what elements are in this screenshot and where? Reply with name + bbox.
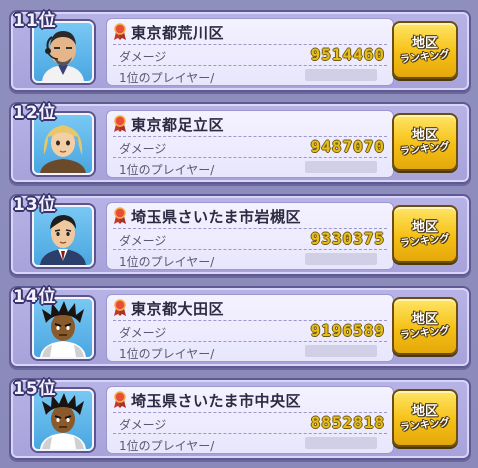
rank-label: 13位 bbox=[13, 195, 57, 215]
top-player-label: 1位のプレイヤー/ bbox=[119, 255, 215, 269]
district-name: 東京都足立区 bbox=[131, 115, 225, 134]
button-label-line1: 地区 bbox=[411, 312, 438, 328]
damage-value: 8852818 bbox=[310, 413, 385, 432]
damage-label: ダメージ bbox=[119, 234, 167, 248]
damage-label: ダメージ bbox=[119, 142, 167, 156]
district-ranking-button[interactable]: 地区 ランキング bbox=[392, 205, 458, 263]
district-name: 東京都大田区 bbox=[131, 299, 225, 318]
award-ribbon-icon bbox=[114, 207, 126, 224]
district-ranking-list: 11位 東京都荒川区 ダメージ 9514460 1位のプレイヤー/ 地区 ランキ… bbox=[0, 0, 478, 468]
award-ribbon-icon bbox=[114, 23, 126, 40]
damage-value: 9196589 bbox=[310, 321, 385, 340]
damage-label: ダメージ bbox=[119, 50, 167, 64]
divider bbox=[113, 65, 387, 66]
ranking-row: 14位 東京都大田区 ダメージ 9196589 1位のプレイヤー/ 地区 ランキ… bbox=[9, 286, 471, 368]
top-player-label: 1位のプレイヤー/ bbox=[119, 163, 215, 177]
top-player-label: 1位のプレイヤー/ bbox=[119, 71, 215, 85]
spiky-hair-boy-icon bbox=[40, 393, 86, 449]
district-ranking-button[interactable]: 地区 ランキング bbox=[392, 389, 458, 447]
spiky-hair-boy-icon bbox=[40, 301, 86, 357]
button-label-line1: 地区 bbox=[411, 220, 438, 236]
rank-label: 11位 bbox=[13, 11, 57, 31]
button-label-line1: 地区 bbox=[411, 36, 438, 52]
district-ranking-button[interactable]: 地区 ランキング bbox=[392, 297, 458, 355]
blurred-player-name bbox=[305, 69, 377, 81]
button-label-line1: 地区 bbox=[411, 404, 438, 420]
divider bbox=[113, 157, 387, 158]
award-ribbon-icon bbox=[114, 299, 126, 316]
district-name: 埼玉県さいたま市中央区 bbox=[131, 391, 302, 410]
button-label-line2: ランキング bbox=[399, 325, 451, 342]
damage-label: ダメージ bbox=[119, 418, 167, 432]
blurred-player-name bbox=[305, 161, 377, 173]
district-info-panel: 東京都大田区 ダメージ 9196589 1位のプレイヤー/ bbox=[106, 294, 394, 362]
blurred-player-name bbox=[305, 253, 377, 265]
blurred-player-name bbox=[305, 437, 377, 449]
button-label-line1: 地区 bbox=[411, 128, 438, 144]
district-name: 東京都荒川区 bbox=[131, 23, 225, 42]
man-headset-icon bbox=[42, 31, 84, 81]
ranking-row: 13位 埼玉県さいたま市岩槻区 ダメージ 9330375 1位のプレイヤー/ 地… bbox=[9, 194, 471, 276]
district-name: 埼玉県さいたま市岩槻区 bbox=[131, 207, 302, 226]
divider bbox=[113, 433, 387, 434]
ranking-row: 12位 東京都足立区 ダメージ 9487070 1位のプレイヤー/ 地区 ランキ… bbox=[9, 102, 471, 184]
button-label-line2: ランキング bbox=[399, 49, 451, 66]
district-info-panel: 埼玉県さいたま市岩槻区 ダメージ 9330375 1位のプレイヤー/ bbox=[106, 202, 394, 270]
district-info-panel: 東京都荒川区 ダメージ 9514460 1位のプレイヤー/ bbox=[106, 18, 394, 86]
rank-label: 15位 bbox=[13, 379, 57, 399]
district-ranking-button[interactable]: 地区 ランキング bbox=[392, 21, 458, 79]
ranking-row: 15位 埼玉県さいたま市中央区 ダメージ 8852818 1位のプレイヤー/ 地… bbox=[9, 378, 471, 460]
district-info-panel: 東京都足立区 ダメージ 9487070 1位のプレイヤー/ bbox=[106, 110, 394, 178]
damage-value: 9330375 bbox=[310, 229, 385, 248]
button-label-line2: ランキング bbox=[399, 141, 451, 158]
top-player-label: 1位のプレイヤー/ bbox=[119, 439, 215, 453]
ranking-row: 11位 東京都荒川区 ダメージ 9514460 1位のプレイヤー/ 地区 ランキ… bbox=[9, 10, 471, 92]
damage-label: ダメージ bbox=[119, 326, 167, 340]
button-label-line2: ランキング bbox=[399, 417, 451, 434]
blonde-woman-icon bbox=[40, 125, 86, 173]
damage-value: 9514460 bbox=[310, 45, 385, 64]
district-info-panel: 埼玉県さいたま市中央区 ダメージ 8852818 1位のプレイヤー/ bbox=[106, 386, 394, 454]
button-label-line2: ランキング bbox=[399, 233, 451, 250]
blurred-player-name bbox=[305, 345, 377, 357]
top-player-label: 1位のプレイヤー/ bbox=[119, 347, 215, 361]
district-ranking-button[interactable]: 地区 ランキング bbox=[392, 113, 458, 171]
damage-value: 9487070 bbox=[310, 137, 385, 156]
rank-label: 12位 bbox=[13, 103, 57, 123]
rank-label: 14位 bbox=[13, 287, 57, 307]
man-suit-icon bbox=[40, 215, 86, 265]
divider bbox=[113, 341, 387, 342]
divider bbox=[113, 249, 387, 250]
award-ribbon-icon bbox=[114, 115, 126, 132]
award-ribbon-icon bbox=[114, 391, 126, 408]
